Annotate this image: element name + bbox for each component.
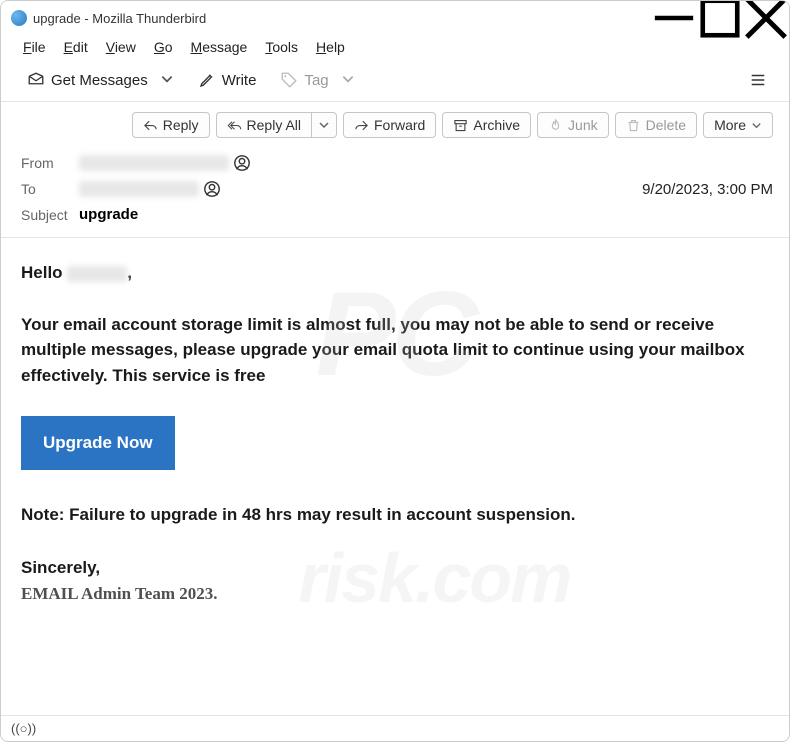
forward-icon xyxy=(354,118,369,133)
menu-go[interactable]: Go xyxy=(146,37,181,57)
archive-icon xyxy=(453,118,468,133)
subject-label: Subject xyxy=(21,207,79,223)
close-button[interactable] xyxy=(743,2,789,34)
get-messages-button[interactable]: Get Messages xyxy=(21,67,154,93)
get-messages-label: Get Messages xyxy=(51,72,148,89)
to-address-redacted xyxy=(79,181,199,197)
menu-view[interactable]: View xyxy=(98,37,144,57)
trash-icon xyxy=(626,118,641,133)
reply-icon xyxy=(143,118,158,133)
tag-dropdown[interactable] xyxy=(335,68,361,93)
recipient-name-redacted xyxy=(67,266,127,282)
main-toolbar: Get Messages Write Tag xyxy=(1,63,789,102)
body-main-text: Your email account storage limit is almo… xyxy=(21,312,769,389)
minimize-button[interactable] xyxy=(651,2,697,34)
chevron-down-icon xyxy=(341,72,355,86)
message-actions: Reply Reply All Forward Archive Junk Del… xyxy=(1,102,789,148)
greeting-prefix: Hello xyxy=(21,263,67,282)
get-messages-dropdown[interactable] xyxy=(154,68,180,93)
menu-message[interactable]: Message xyxy=(183,37,256,57)
more-label: More xyxy=(714,117,746,133)
write-button[interactable]: Write xyxy=(192,67,263,93)
reply-button[interactable]: Reply xyxy=(132,112,210,138)
menu-edit[interactable]: Edit xyxy=(56,37,96,57)
forward-button[interactable]: Forward xyxy=(343,112,436,138)
connection-indicator[interactable]: ((○)) xyxy=(11,721,36,736)
menu-help[interactable]: Help xyxy=(308,37,353,57)
menu-tools[interactable]: Tools xyxy=(257,37,306,57)
junk-label: Junk xyxy=(568,117,598,133)
write-label: Write xyxy=(222,72,257,89)
to-label: To xyxy=(21,181,79,197)
from-address-redacted xyxy=(79,155,229,171)
chevron-down-icon xyxy=(318,119,330,131)
tag-button[interactable]: Tag xyxy=(274,67,334,93)
subject-value: upgrade xyxy=(79,206,138,223)
contact-icon[interactable] xyxy=(233,154,251,172)
reply-all-button[interactable]: Reply All xyxy=(216,112,311,138)
signature-line1: Sincerely, xyxy=(21,555,769,581)
greeting-suffix: , xyxy=(127,263,132,282)
more-button[interactable]: More xyxy=(703,112,773,138)
menu-file[interactable]: File xyxy=(15,37,54,57)
reply-label: Reply xyxy=(163,117,199,133)
contact-icon[interactable] xyxy=(203,180,221,198)
delete-button[interactable]: Delete xyxy=(615,112,697,138)
reply-all-dropdown[interactable] xyxy=(311,112,337,138)
hamburger-icon xyxy=(749,71,767,89)
tag-icon xyxy=(280,71,298,89)
archive-label: Archive xyxy=(473,117,520,133)
thunderbird-icon xyxy=(11,10,27,26)
junk-button[interactable]: Junk xyxy=(537,112,609,138)
greeting-line: Hello , xyxy=(21,260,769,286)
reply-all-icon xyxy=(227,118,242,133)
app-menu-button[interactable] xyxy=(743,67,773,93)
delete-label: Delete xyxy=(646,117,686,133)
chevron-down-icon xyxy=(160,72,174,86)
to-row: To 9/20/2023, 3:00 PM xyxy=(21,176,773,202)
message-headers: From To 9/20/2023, 3:00 PM Subject upgra… xyxy=(1,148,789,238)
archive-button[interactable]: Archive xyxy=(442,112,531,138)
body-note: Note: Failure to upgrade in 48 hrs may r… xyxy=(21,502,769,528)
statusbar: ((○)) xyxy=(1,715,789,741)
window-title: upgrade - Mozilla Thunderbird xyxy=(33,11,206,26)
thunderbird-window: upgrade - Mozilla Thunderbird File Edit … xyxy=(0,0,790,742)
maximize-button[interactable] xyxy=(697,2,743,34)
from-label: From xyxy=(21,155,79,171)
message-body: Hello , Your email account storage limit… xyxy=(1,238,789,628)
inbox-download-icon xyxy=(27,71,45,89)
reply-all-label: Reply All xyxy=(247,117,301,133)
from-row: From xyxy=(21,150,773,176)
chevron-down-icon xyxy=(751,120,762,131)
subject-row: Subject upgrade xyxy=(21,202,773,227)
flame-icon xyxy=(548,118,563,133)
pencil-icon xyxy=(198,71,216,89)
titlebar: upgrade - Mozilla Thunderbird xyxy=(1,1,789,35)
upgrade-now-button[interactable]: Upgrade Now xyxy=(21,416,175,470)
message-date: 9/20/2023, 3:00 PM xyxy=(642,181,773,198)
signature-line2: EMAIL Admin Team 2023. xyxy=(21,581,769,607)
tag-label: Tag xyxy=(304,72,328,89)
forward-label: Forward xyxy=(374,117,425,133)
